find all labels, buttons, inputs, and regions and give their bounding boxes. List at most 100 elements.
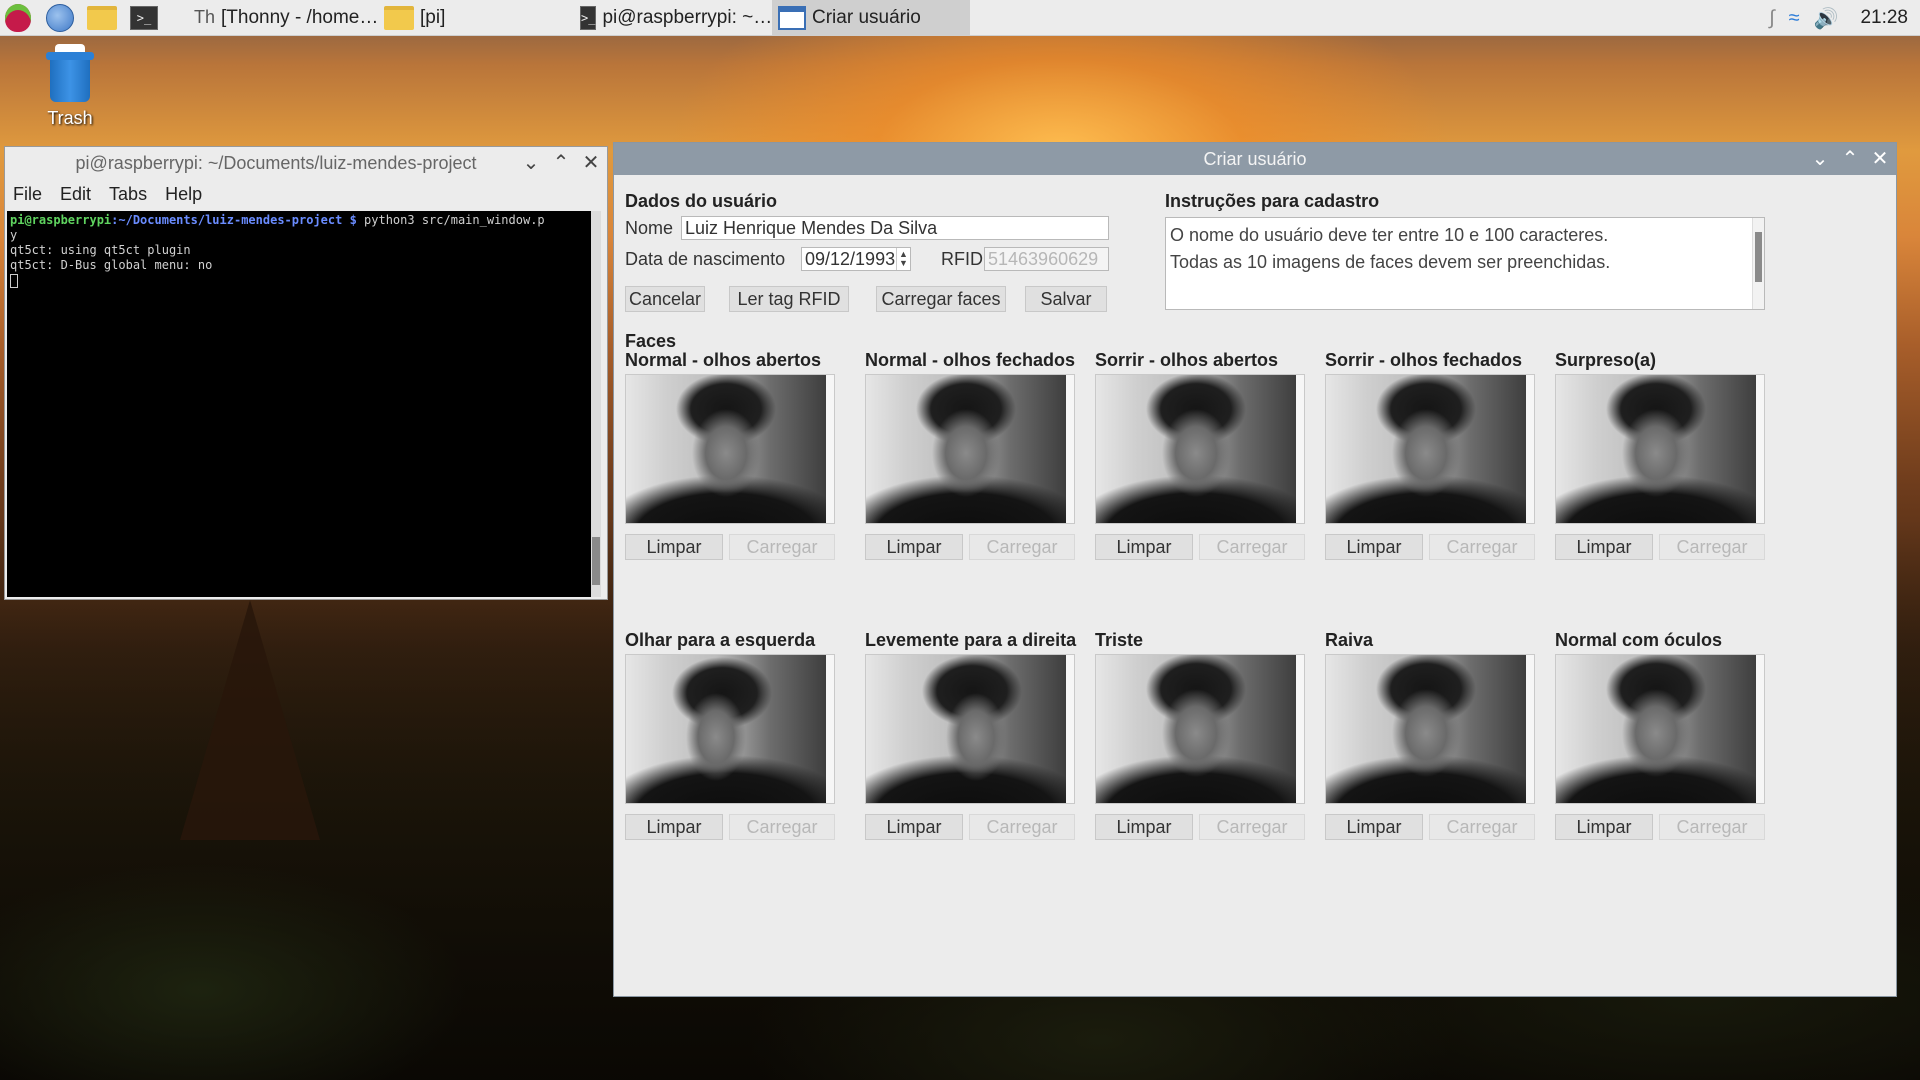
clear-button[interactable]: Limpar xyxy=(1555,814,1653,840)
load-button[interactable]: Carregar xyxy=(1429,814,1535,840)
face-photo xyxy=(1326,375,1526,523)
terminal-launcher[interactable]: >_ xyxy=(126,0,162,36)
face-image xyxy=(1555,374,1765,524)
face-label: Normal - olhos fechados xyxy=(865,350,1076,370)
task-thonny[interactable]: Th [Thonny - /home… xyxy=(188,0,378,36)
terminal-cursor xyxy=(10,273,18,288)
task-terminal[interactable]: >_ pi@raspberrypi: ~… xyxy=(574,0,772,36)
face-slot-angry: Raiva Limpar Carregar xyxy=(1325,630,1535,840)
scrollbar-thumb[interactable] xyxy=(592,537,600,585)
load-button[interactable]: Carregar xyxy=(1659,534,1765,560)
face-image xyxy=(625,374,835,524)
clear-button[interactable]: Limpar xyxy=(1095,814,1193,840)
minimize-icon[interactable]: ⌄ xyxy=(1810,149,1830,169)
file-manager-launcher[interactable] xyxy=(84,0,120,36)
menu-help[interactable]: Help xyxy=(165,184,202,205)
face-slot-look-left: Olhar para a esquerda Limpar Carregar xyxy=(625,630,835,840)
face-slot-smile-closed: Sorrir - olhos fechados Limpar Carregar xyxy=(1325,350,1535,560)
folder-icon xyxy=(87,5,117,30)
load-button[interactable]: Carregar xyxy=(1429,534,1535,560)
birth-date-input[interactable]: 09/12/1993 ▲ ▼ xyxy=(801,247,911,271)
clock[interactable]: 21:28 xyxy=(1860,7,1908,29)
save-button[interactable]: Salvar xyxy=(1025,286,1107,312)
load-button[interactable]: Carregar xyxy=(969,814,1075,840)
instruction-line: Todas as 10 imagens de faces devem ser p… xyxy=(1170,252,1611,272)
terminal-scrollbar[interactable] xyxy=(591,211,601,597)
command-wrap: y xyxy=(10,228,18,242)
name-label: Nome xyxy=(625,218,674,238)
task-file-manager[interactable]: [pi] xyxy=(378,0,574,36)
trash-desktop-icon[interactable]: Trash xyxy=(30,44,110,129)
browser-launcher[interactable] xyxy=(42,0,78,36)
window-icon xyxy=(778,5,806,30)
rfid-input[interactable]: 51463960629 xyxy=(984,247,1109,271)
task-label: pi@raspberrypi: ~… xyxy=(602,6,772,28)
face-label: Sorrir - olhos fechados xyxy=(1325,350,1523,370)
task-criar-usuario[interactable]: Criar usuário xyxy=(772,0,970,36)
load-button[interactable]: Carregar xyxy=(1199,814,1305,840)
maximize-icon[interactable]: ⌃ xyxy=(1840,149,1860,169)
instruction-line: O nome do usuário deve ter entre 10 e 10… xyxy=(1170,225,1609,245)
face-photo xyxy=(1556,655,1756,803)
menu-edit[interactable]: Edit xyxy=(60,184,91,205)
terminal-titlebar[interactable]: pi@raspberrypi: ~/Documents/luiz-mendes-… xyxy=(5,147,607,179)
app-title: Criar usuário xyxy=(1203,148,1307,169)
menu-file[interactable]: File xyxy=(13,184,42,205)
clear-button[interactable]: Limpar xyxy=(1555,534,1653,560)
read-rfid-button[interactable]: Ler tag RFID xyxy=(729,286,849,312)
volume-icon[interactable]: 🔊 xyxy=(1814,6,1839,31)
face-photo xyxy=(866,375,1066,523)
clear-button[interactable]: Limpar xyxy=(1325,814,1423,840)
instructions-scrollbar[interactable] xyxy=(1752,218,1764,309)
criar-usuario-window: Criar usuário ⌄ ⌃ ✕ Dados do usuário Nom… xyxy=(613,142,1897,997)
scrollbar-thumb[interactable] xyxy=(1755,232,1762,282)
close-icon[interactable]: ✕ xyxy=(1870,149,1890,169)
wallpaper-pagoda xyxy=(180,600,320,840)
wifi-icon[interactable]: ≈ xyxy=(1789,7,1800,30)
face-photo xyxy=(1556,375,1756,523)
face-label: Surpreso(a) xyxy=(1555,350,1657,370)
app-titlebar[interactable]: Criar usuário ⌄ ⌃ ✕ xyxy=(614,143,1896,175)
face-label: Normal - olhos abertos xyxy=(625,350,822,370)
bluetooth-icon[interactable]: ∫ xyxy=(1769,7,1774,30)
maximize-icon[interactable]: ⌃ xyxy=(551,153,571,173)
face-slot-surprised: Surpreso(a) Limpar Carregar xyxy=(1555,350,1765,560)
load-button[interactable]: Carregar xyxy=(1659,814,1765,840)
face-photo xyxy=(1096,375,1296,523)
face-slot-sad: Triste Limpar Carregar xyxy=(1095,630,1305,840)
spin-down-icon[interactable]: ▼ xyxy=(899,259,908,268)
clear-button[interactable]: Limpar xyxy=(865,814,963,840)
instructions-box[interactable]: O nome do usuário deve ter entre 10 e 10… xyxy=(1165,217,1765,310)
load-faces-button[interactable]: Carregar faces xyxy=(876,286,1006,312)
close-icon[interactable]: ✕ xyxy=(581,153,601,173)
name-input[interactable]: Luiz Henrique Mendes Da Silva xyxy=(681,216,1109,240)
raspberry-menu-button[interactable] xyxy=(0,0,36,36)
trash-body xyxy=(50,60,90,102)
face-image xyxy=(1095,654,1305,804)
face-photo xyxy=(866,655,1066,803)
trash-label: Trash xyxy=(47,108,93,128)
load-button[interactable]: Carregar xyxy=(729,534,835,560)
terminal-icon: >_ xyxy=(580,5,597,30)
folder-icon xyxy=(384,5,414,30)
face-image xyxy=(625,654,835,804)
clear-button[interactable]: Limpar xyxy=(1095,534,1193,560)
clear-button[interactable]: Limpar xyxy=(625,814,723,840)
clear-button[interactable]: Limpar xyxy=(625,534,723,560)
terminal-output[interactable]: pi@raspberrypi:~/Documents/luiz-mendes-p… xyxy=(7,211,601,597)
raspberry-icon xyxy=(5,3,31,32)
taskbar: >_ Th [Thonny - /home… [pi] >_ pi@raspbe… xyxy=(0,0,1920,36)
load-button[interactable]: Carregar xyxy=(729,814,835,840)
terminal-title: pi@raspberrypi: ~/Documents/luiz-mendes-… xyxy=(75,152,477,173)
clear-button[interactable]: Limpar xyxy=(1325,534,1423,560)
minimize-icon[interactable]: ⌄ xyxy=(521,153,541,173)
clear-button[interactable]: Limpar xyxy=(865,534,963,560)
cancel-button[interactable]: Cancelar xyxy=(625,286,705,312)
menu-tabs[interactable]: Tabs xyxy=(109,184,147,205)
trash-icon xyxy=(55,44,85,52)
face-label: Normal com óculos xyxy=(1555,630,1723,650)
date-spinner[interactable]: ▲ ▼ xyxy=(896,248,910,270)
face-photo xyxy=(626,375,826,523)
load-button[interactable]: Carregar xyxy=(969,534,1075,560)
load-button[interactable]: Carregar xyxy=(1199,534,1305,560)
